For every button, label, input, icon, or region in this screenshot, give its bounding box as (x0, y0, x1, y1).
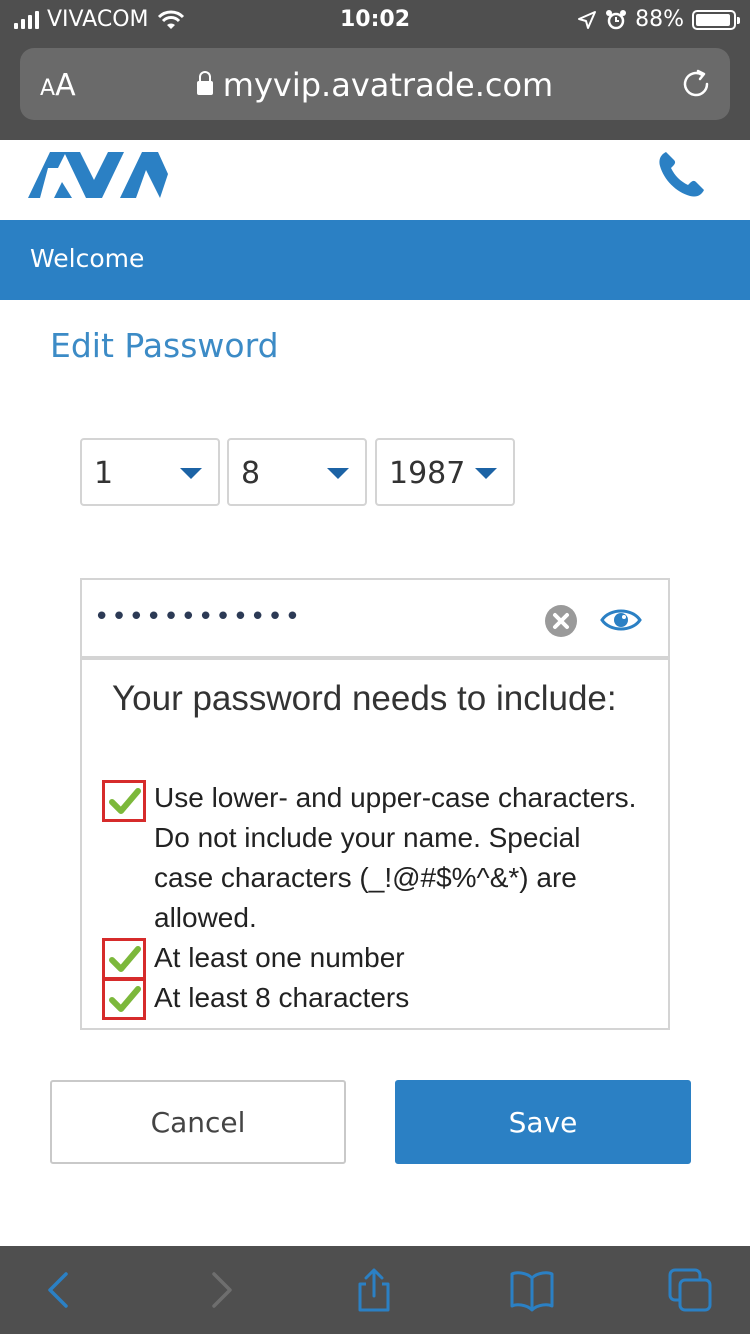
back-icon[interactable] (36, 1266, 84, 1314)
requirement-text-2: At least one number (154, 942, 405, 973)
ava-logo[interactable] (28, 146, 168, 202)
battery-percent: 88% (635, 7, 684, 32)
page-title: Edit Password (50, 326, 279, 365)
battery-icon (692, 9, 740, 30)
birth-year-select[interactable]: 1987 (375, 438, 515, 506)
birth-year-value: 1987 (389, 456, 466, 491)
welcome-bar: Welcome (0, 220, 750, 300)
chevron-down-icon (475, 468, 497, 479)
share-icon[interactable] (350, 1266, 398, 1314)
site-header (0, 140, 750, 220)
checkmark-icon (109, 946, 141, 972)
browser-top-chrome: VIVACOM 10:02 88% AA myvip.avatrade.com (0, 0, 750, 140)
reload-icon[interactable] (680, 68, 712, 100)
password-requirements-panel: Your password needs to include: Use lowe… (80, 658, 670, 1030)
status-bar: VIVACOM 10:02 88% (0, 0, 750, 40)
password-masked-value[interactable]: •••••••••••• (94, 602, 302, 632)
phone-icon[interactable] (654, 146, 710, 202)
requirement-check-3 (102, 978, 146, 1020)
url-value: myvip.avatrade.com (222, 66, 554, 104)
welcome-text: Welcome (30, 244, 145, 273)
browser-bottom-toolbar (0, 1246, 750, 1334)
requirement-check-1 (102, 780, 146, 822)
location-icon (578, 10, 597, 29)
tabs-icon[interactable] (666, 1266, 714, 1314)
chevron-down-icon (327, 468, 349, 479)
clear-icon[interactable] (544, 604, 578, 638)
save-button[interactable]: Save (395, 1080, 691, 1164)
address-bar[interactable]: AA myvip.avatrade.com (20, 48, 730, 120)
checkmark-icon (109, 788, 141, 814)
alarm-icon (606, 9, 627, 29)
cancel-button[interactable]: Cancel (50, 1080, 346, 1164)
chevron-down-icon (180, 468, 202, 479)
requirement-check-2 (102, 938, 146, 980)
birth-day-value: 1 (94, 456, 114, 491)
requirement-text-1: Use lower- and upper-case characters. Do… (154, 782, 637, 933)
bookmarks-icon[interactable] (508, 1266, 556, 1314)
birth-month-value: 8 (241, 456, 261, 491)
password-field[interactable]: •••••••••••• (80, 578, 670, 658)
forward-icon[interactable] (196, 1266, 244, 1314)
lock-icon (196, 71, 213, 95)
url-text[interactable]: myvip.avatrade.com (20, 66, 730, 104)
eye-icon[interactable] (600, 604, 642, 636)
status-right: 88% (577, 7, 740, 32)
requirement-text-3: At least 8 characters (154, 982, 410, 1013)
birth-day-select[interactable]: 1 (80, 438, 220, 506)
birth-month-select[interactable]: 8 (227, 438, 367, 506)
requirements-title: Your password needs to include: (112, 679, 617, 718)
checkmark-icon (109, 986, 141, 1012)
